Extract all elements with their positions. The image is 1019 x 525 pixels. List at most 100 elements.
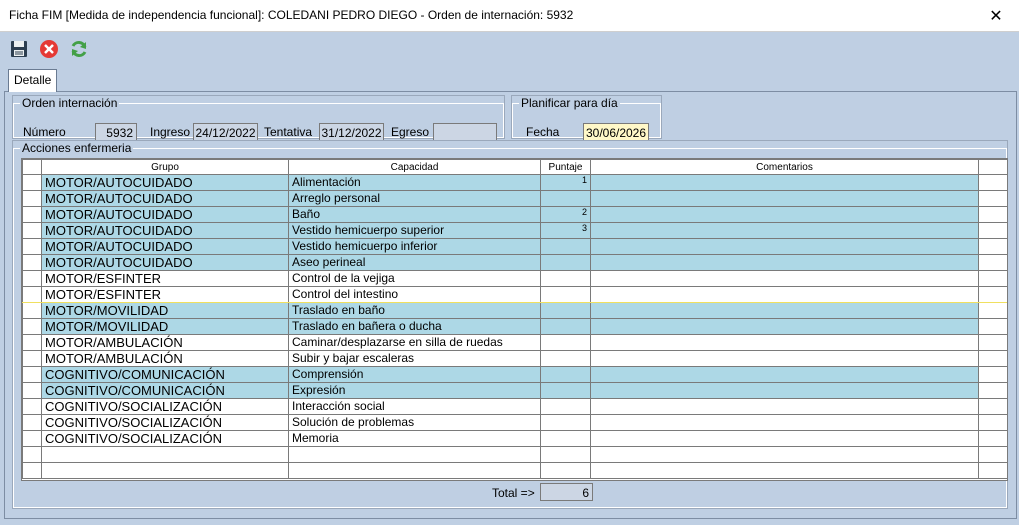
cell-grupo[interactable]: MOTOR/AMBULACIÓN [41,334,289,351]
cell-comentarios[interactable] [590,414,979,431]
cell-comentarios[interactable] [590,430,979,447]
cell-grupo[interactable]: MOTOR/AMBULACIÓN [41,350,289,367]
cell-capacidad[interactable]: Alimentación [288,174,541,191]
cell-puntaje[interactable] [540,430,591,447]
row-selector[interactable] [22,446,42,463]
header-comentarios[interactable]: Comentarios [590,159,979,175]
cell-comentarios[interactable] [590,286,979,303]
table-row-empty[interactable] [22,462,1007,479]
cell-grupo[interactable]: MOTOR/AUTOCUIDADO [41,238,289,255]
cell-capacidad[interactable]: Vestido hemicuerpo inferior [288,238,541,255]
row-selector[interactable] [22,350,42,367]
close-button[interactable]: ✕ [973,0,1019,31]
cell-comentarios[interactable] [590,398,979,415]
cell-grupo[interactable] [41,462,289,479]
cell-puntaje[interactable] [540,254,591,271]
cell-puntaje[interactable] [540,270,591,287]
table-row[interactable]: MOTOR/ESFINTER Control del intestino [22,286,1007,303]
cell-grupo[interactable]: MOTOR/ESFINTER [41,286,289,303]
table-row[interactable]: MOTOR/MOVILIDAD Traslado en baño [22,302,1007,319]
table-row[interactable]: MOTOR/AUTOCUIDADO Aseo perineal [22,254,1007,271]
cell-puntaje[interactable] [540,318,591,335]
cell-capacidad[interactable]: Caminar/desplazarse en silla de ruedas [288,334,541,351]
row-selector[interactable] [22,334,42,351]
cell-capacidad[interactable]: Interacción social [288,398,541,415]
row-selector[interactable] [22,302,42,319]
cell-grupo[interactable]: MOTOR/MOVILIDAD [41,302,289,319]
cell-comentarios[interactable] [590,302,979,319]
cell-grupo[interactable]: MOTOR/AUTOCUIDADO [41,222,289,239]
cell-capacidad[interactable]: Baño [288,206,541,223]
row-selector[interactable] [22,238,42,255]
row-selector[interactable] [22,270,42,287]
cell-grupo[interactable]: COGNITIVO/COMUNICACIÓN [41,366,289,383]
table-row[interactable]: MOTOR/AUTOCUIDADO Baño 2 [22,206,1007,223]
cell-comentarios[interactable] [590,190,979,207]
cell-capacidad[interactable] [288,462,541,479]
cell-puntaje[interactable] [540,398,591,415]
cell-capacidad[interactable]: Aseo perineal [288,254,541,271]
table-row[interactable]: COGNITIVO/COMUNICACIÓN Comprensión [22,366,1007,383]
row-selector[interactable] [22,286,42,303]
table-row[interactable]: MOTOR/AUTOCUIDADO Arreglo personal [22,190,1007,207]
cell-comentarios[interactable] [590,462,979,479]
cell-comentarios[interactable] [590,334,979,351]
cell-grupo[interactable]: COGNITIVO/SOCIALIZACIÓN [41,398,289,415]
table-row[interactable]: COGNITIVO/COMUNICACIÓN Expresión [22,382,1007,399]
cell-puntaje[interactable] [540,190,591,207]
cell-puntaje[interactable] [540,334,591,351]
row-selector[interactable] [22,206,42,223]
cell-comentarios[interactable] [590,318,979,335]
row-selector[interactable] [22,398,42,415]
cell-comentarios[interactable] [590,206,979,223]
tab-detalle[interactable]: Detalle [8,69,58,92]
cell-puntaje[interactable] [540,414,591,431]
cell-puntaje[interactable] [540,350,591,367]
row-selector[interactable] [22,254,42,271]
row-selector[interactable] [22,462,42,479]
cell-puntaje[interactable] [540,366,591,383]
cell-grupo[interactable]: MOTOR/AUTOCUIDADO [41,254,289,271]
table-row[interactable]: COGNITIVO/SOCIALIZACIÓN Memoria [22,430,1007,447]
cancel-button[interactable] [38,38,60,60]
header-grupo[interactable]: Grupo [41,159,289,175]
cell-capacidad[interactable]: Memoria [288,430,541,447]
acciones-grid[interactable]: Grupo Capacidad Puntaje Comentarios MOTO… [21,158,1008,481]
cell-capacidad[interactable]: Traslado en bañera o ducha [288,318,541,335]
cell-capacidad[interactable]: Traslado en baño [288,302,541,319]
header-capacidad[interactable]: Capacidad [288,159,541,175]
cell-puntaje[interactable] [540,286,591,303]
table-row[interactable]: MOTOR/AUTOCUIDADO Vestido hemicuerpo infe… [22,238,1007,255]
cell-puntaje[interactable] [540,302,591,319]
row-selector[interactable] [22,366,42,383]
cell-puntaje[interactable]: 3 [540,222,591,239]
cell-grupo[interactable]: MOTOR/AUTOCUIDADO [41,206,289,223]
cell-capacidad[interactable] [288,446,541,463]
row-selector[interactable] [22,414,42,431]
cell-capacidad[interactable]: Vestido hemicuerpo superior [288,222,541,239]
cell-comentarios[interactable] [590,270,979,287]
cell-capacidad[interactable]: Solución de problemas [288,414,541,431]
cell-comentarios[interactable] [590,350,979,367]
cell-grupo[interactable]: COGNITIVO/SOCIALIZACIÓN [41,430,289,447]
table-row[interactable]: MOTOR/MOVILIDAD Traslado en bañera o duch… [22,318,1007,335]
cell-grupo[interactable]: MOTOR/AUTOCUIDADO [41,174,289,191]
cell-capacidad[interactable]: Subir y bajar escaleras [288,350,541,367]
cell-puntaje[interactable] [540,382,591,399]
table-row[interactable]: MOTOR/AMBULACIÓN Subir y bajar escaleras [22,350,1007,367]
cell-comentarios[interactable] [590,366,979,383]
cell-puntaje[interactable] [540,238,591,255]
cell-capacidad[interactable]: Comprensión [288,366,541,383]
cell-capacidad[interactable]: Arreglo personal [288,190,541,207]
refresh-button[interactable] [68,38,90,60]
table-row[interactable]: MOTOR/AUTOCUIDADO Vestido hemicuerpo supe… [22,222,1007,239]
header-puntaje[interactable]: Puntaje [540,159,591,175]
row-selector[interactable] [22,222,42,239]
table-row[interactable]: MOTOR/ESFINTER Control de la vejiga [22,270,1007,287]
cell-capacidad[interactable]: Expresión [288,382,541,399]
fecha-input[interactable]: 30/06/2026 [583,123,649,141]
cell-puntaje[interactable] [540,446,591,463]
cell-comentarios[interactable] [590,254,979,271]
cell-puntaje[interactable] [540,462,591,479]
table-row[interactable]: MOTOR/AUTOCUIDADO Alimentación 1 [22,174,1007,191]
